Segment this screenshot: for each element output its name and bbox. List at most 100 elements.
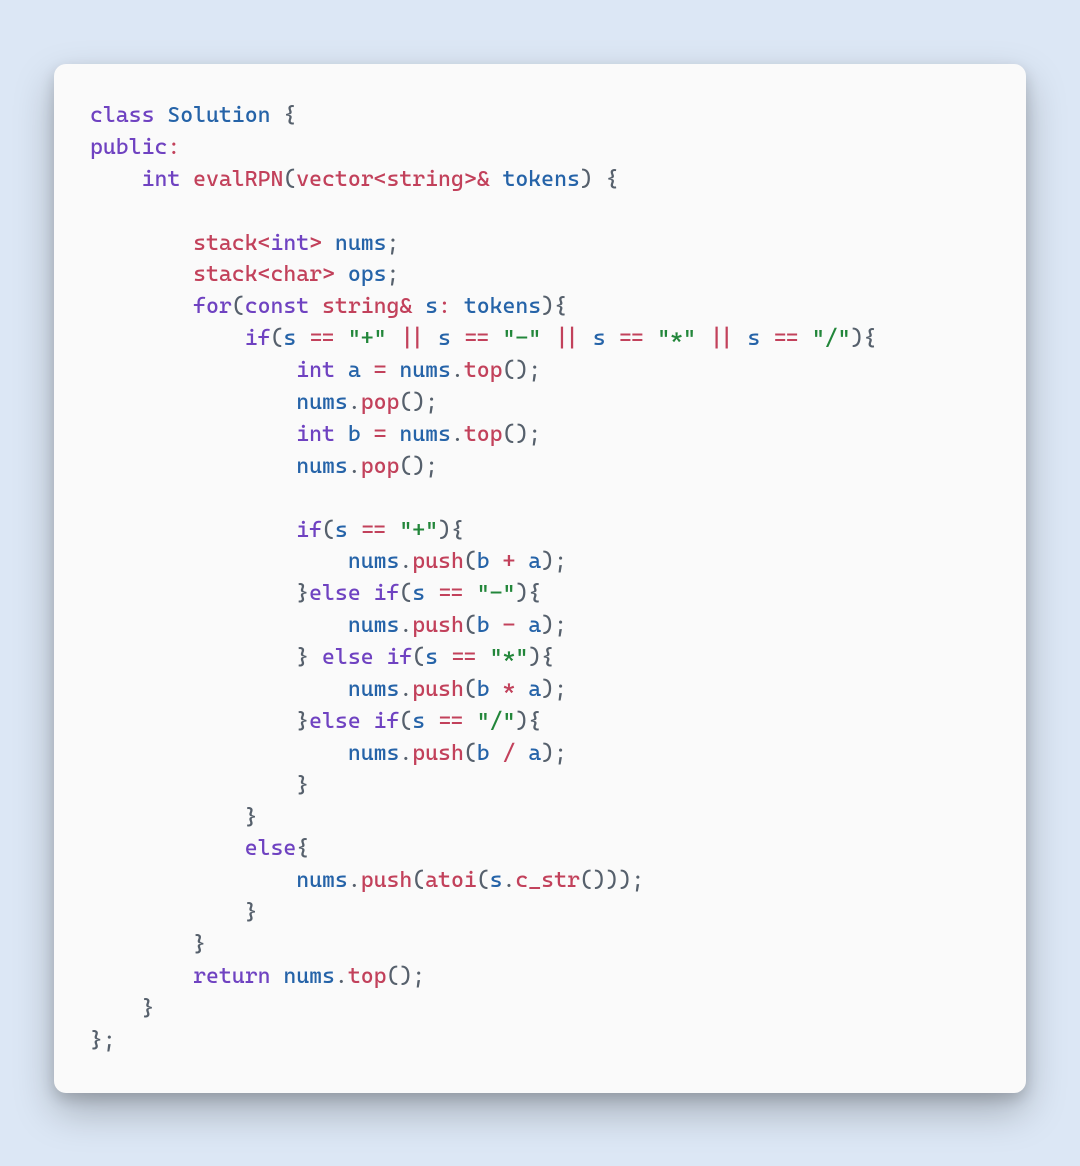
code-token: . [451, 422, 464, 447]
code-token: s [747, 326, 760, 351]
code-token: s [438, 326, 451, 351]
code-token: tokens [503, 167, 580, 192]
code-token: ( [232, 294, 245, 319]
code-token [309, 294, 322, 319]
code-token: s [412, 581, 425, 606]
code-token: = [374, 422, 387, 447]
code-token: string [386, 167, 463, 192]
code-token [180, 167, 193, 192]
code-token: . [348, 454, 361, 479]
code-token [361, 709, 374, 734]
code-token: nums [348, 741, 400, 766]
code-token: a [528, 549, 541, 574]
code-token [90, 262, 193, 287]
code-token: char [270, 262, 322, 287]
code-token: ); [541, 677, 567, 702]
code-token: ( [412, 868, 425, 893]
code-token: (); [386, 964, 425, 989]
code-token: == [309, 326, 335, 351]
code-token [735, 326, 748, 351]
code-token: "+" [348, 326, 387, 351]
code-token: s [593, 326, 606, 351]
code-token: "*" [657, 326, 696, 351]
code-token: if [374, 709, 400, 734]
code-token: { [270, 103, 296, 128]
code-token: . [399, 677, 412, 702]
code-token: tokens [464, 294, 541, 319]
code-token [386, 326, 399, 351]
code-token [90, 231, 193, 256]
code-token [438, 645, 451, 670]
code-token: - [503, 613, 516, 638]
code-token: == [361, 518, 387, 543]
code-token: . [503, 868, 516, 893]
code-token: == [773, 326, 799, 351]
code-token: int [270, 231, 309, 256]
code-token: ; [386, 231, 399, 256]
code-token: nums [399, 422, 451, 447]
code-token: ){ [438, 518, 464, 543]
code-token: ){ [541, 294, 567, 319]
code-token [335, 358, 348, 383]
code-token [335, 422, 348, 447]
code-token: ( [283, 167, 296, 192]
code-token: || [399, 326, 425, 351]
code-token: . [399, 613, 412, 638]
code-token: nums [399, 358, 451, 383]
code-block: class Solution { public: int evalRPN(vec… [90, 100, 990, 1057]
code-token: ){ [528, 645, 554, 670]
code-token: > [322, 262, 335, 287]
code-token: class [90, 103, 154, 128]
code-token: > [309, 231, 322, 256]
code-token: ( [477, 868, 490, 893]
code-token [270, 964, 283, 989]
code-token: ; [386, 262, 399, 287]
code-token [580, 326, 593, 351]
code-token [90, 677, 348, 702]
code-token: ( [399, 581, 412, 606]
code-token: >& [464, 167, 490, 192]
code-token: ){ [851, 326, 877, 351]
code-token: if [296, 518, 322, 543]
code-token: string [322, 294, 399, 319]
code-token [335, 262, 348, 287]
code-token: ops [348, 262, 387, 287]
code-token [490, 741, 503, 766]
code-token [90, 326, 245, 351]
code-token [90, 358, 296, 383]
code-token: if [386, 645, 412, 670]
code-token: s [490, 868, 503, 893]
code-token [760, 326, 773, 351]
code-token: ) { [580, 167, 619, 192]
code-token: s [425, 294, 438, 319]
code-token [412, 294, 425, 319]
code-token: s [412, 709, 425, 734]
code-token: s [425, 645, 438, 670]
code-token: ( [464, 549, 477, 574]
code-token: . [348, 868, 361, 893]
code-token: (); [503, 422, 542, 447]
code-token [541, 326, 554, 351]
code-token: ); [541, 613, 567, 638]
code-token: == [464, 326, 490, 351]
code-token: nums [348, 613, 400, 638]
code-token: ){ [515, 581, 541, 606]
code-token: ( [270, 326, 283, 351]
code-token [90, 549, 348, 574]
code-token [451, 294, 464, 319]
code-token: a [348, 358, 361, 383]
code-token: Solution [167, 103, 270, 128]
code-token: b [477, 741, 490, 766]
code-token: < [258, 231, 271, 256]
code-token [90, 836, 245, 861]
code-token [490, 613, 503, 638]
code-token: . [399, 741, 412, 766]
code-token: nums [283, 964, 335, 989]
code-token: pop [361, 454, 400, 479]
code-token [90, 454, 296, 479]
code-token [696, 326, 709, 351]
code-token: ); [541, 549, 567, 574]
code-token: || [554, 326, 580, 351]
code-token [296, 326, 309, 351]
code-token: "/" [477, 709, 516, 734]
